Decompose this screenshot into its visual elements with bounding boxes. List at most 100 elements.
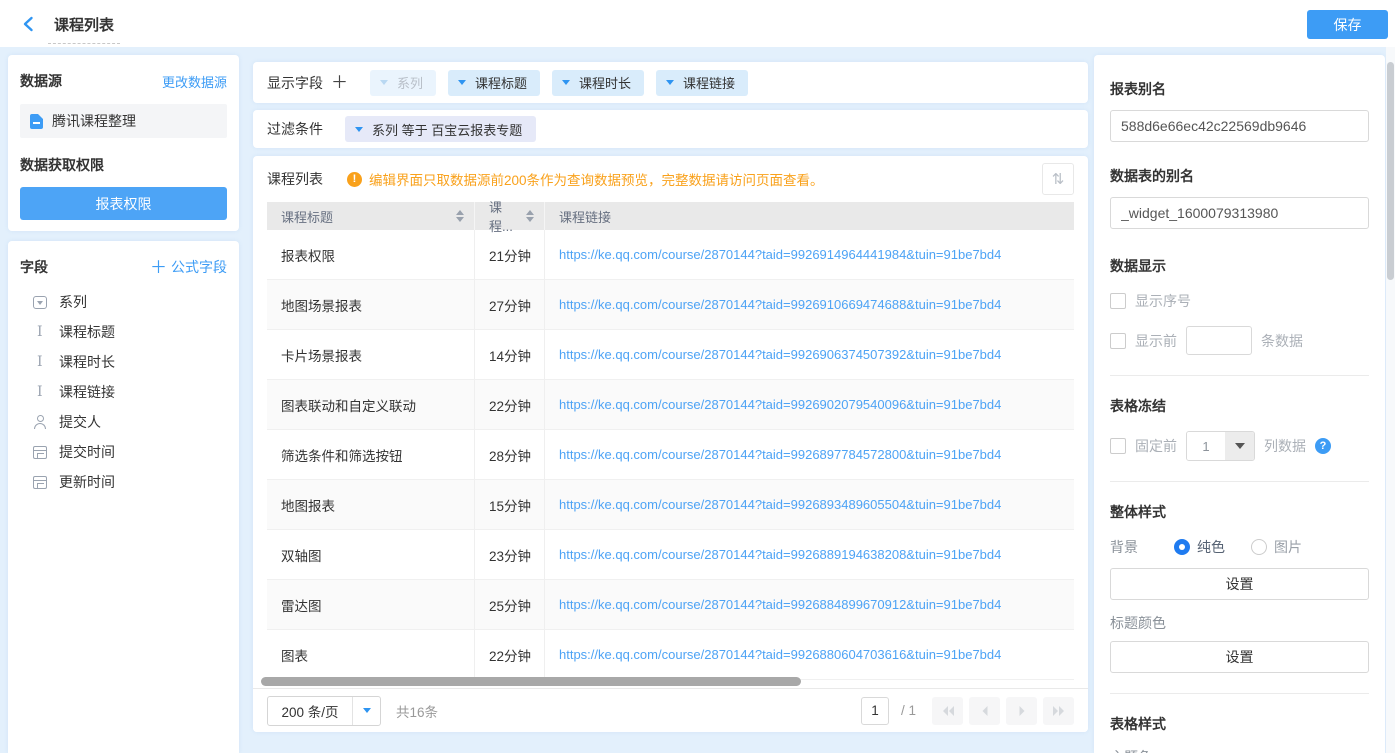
- course-link[interactable]: https://ke.qq.com/course/2870144?taid=99…: [559, 647, 1001, 662]
- column-header-course-duration[interactable]: 课程...: [475, 202, 545, 230]
- pagination-bar: 200 条/页 共16条 / 1: [253, 688, 1088, 732]
- display-fields-bar: 显示字段 ＋ 系列 课程标题 课程时长 课程链接: [253, 62, 1088, 103]
- double-chevron-right-icon: [1052, 705, 1066, 717]
- field-item[interactable]: 课程链接: [20, 377, 227, 407]
- title-color-set-button[interactable]: 设置: [1110, 641, 1369, 673]
- text-icon: [32, 384, 48, 400]
- back-button[interactable]: [14, 9, 44, 39]
- show-index-checkbox[interactable]: [1110, 293, 1126, 309]
- help-icon[interactable]: ?: [1315, 438, 1331, 454]
- overall-style-title: 整体样式: [1110, 502, 1369, 522]
- field-label: 课程标题: [59, 322, 115, 342]
- field-list: 系列 课程标题 课程时长 课程链接 提交人: [20, 287, 227, 497]
- chevron-down-icon: [1225, 432, 1254, 460]
- course-link[interactable]: https://ke.qq.com/course/2870144?taid=99…: [559, 297, 1001, 312]
- page-title: 课程列表: [48, 12, 120, 44]
- last-page-button[interactable]: [1043, 697, 1074, 725]
- divider: [1110, 693, 1369, 694]
- text-icon: [32, 324, 48, 340]
- sort-order-button[interactable]: ⇅: [1042, 163, 1074, 195]
- freeze-column-select[interactable]: 1: [1186, 431, 1255, 461]
- field-label: 提交时间: [59, 442, 115, 462]
- course-link[interactable]: https://ke.qq.com/course/2870144?taid=99…: [559, 497, 1001, 512]
- vertical-scrollbar-track[interactable]: [1386, 47, 1395, 753]
- theme-color-label: 主题色: [1110, 747, 1369, 753]
- field-item[interactable]: 系列: [20, 287, 227, 317]
- calendar-icon: [33, 476, 47, 489]
- data-display-title: 数据显示: [1110, 256, 1369, 276]
- show-first-suffix: 条数据: [1261, 331, 1303, 351]
- table-row: 图表联动和自定义联动 22分钟 https://ke.qq.com/course…: [267, 380, 1074, 430]
- display-field-chip[interactable]: 课程标题: [448, 70, 540, 96]
- datasource-title: 数据源: [20, 71, 62, 91]
- datasource-item[interactable]: 腾讯课程整理: [20, 104, 227, 138]
- bg-image-radio[interactable]: 图片: [1251, 537, 1302, 557]
- user-icon: [32, 414, 48, 430]
- background-set-button[interactable]: 设置: [1110, 568, 1369, 600]
- field-item[interactable]: 提交人: [20, 407, 227, 437]
- field-item[interactable]: 更新时间: [20, 467, 227, 497]
- column-header-course-title[interactable]: 课程标题: [267, 202, 475, 230]
- display-field-chip[interactable]: 课程时长: [552, 70, 644, 96]
- freeze-column-value: 1: [1187, 432, 1225, 460]
- bg-solid-radio[interactable]: 纯色: [1174, 537, 1225, 557]
- table-row: 雷达图 25分钟 https://ke.qq.com/course/287014…: [267, 580, 1074, 630]
- sort-icon: [456, 210, 464, 222]
- cell-course-title: 地图场景报表: [267, 280, 475, 329]
- course-link[interactable]: https://ke.qq.com/course/2870144?taid=99…: [559, 347, 1001, 362]
- field-item[interactable]: 课程标题: [20, 317, 227, 347]
- course-link[interactable]: https://ke.qq.com/course/2870144?taid=99…: [559, 597, 1001, 612]
- page-number-input[interactable]: [861, 697, 889, 725]
- warning-text: 编辑界面只取数据源前200条作为查询数据预览，完整数据请访问页面查看。: [369, 169, 824, 189]
- page-total: / 1: [901, 703, 916, 718]
- cell-course-duration: 14分钟: [475, 330, 545, 379]
- course-link[interactable]: https://ke.qq.com/course/2870144?taid=99…: [559, 397, 1001, 412]
- show-first-label: 显示前: [1135, 331, 1177, 351]
- show-first-count-input[interactable]: [1186, 326, 1252, 355]
- course-link[interactable]: https://ke.qq.com/course/2870144?taid=99…: [559, 447, 1001, 462]
- display-field-chip[interactable]: 系列: [370, 70, 436, 96]
- fields-title: 字段: [20, 257, 48, 277]
- report-permission-button[interactable]: 报表权限: [20, 187, 227, 220]
- formula-field-link[interactable]: ＋ 公式字段: [150, 257, 227, 277]
- cell-course-duration: 15分钟: [475, 480, 545, 529]
- horizontal-scrollbar[interactable]: [261, 677, 801, 686]
- total-count: 共16条: [396, 701, 438, 721]
- chip-label: 课程标题: [475, 73, 527, 92]
- divider: [1110, 481, 1369, 482]
- course-link[interactable]: https://ke.qq.com/course/2870144?taid=99…: [559, 547, 1001, 562]
- add-display-field-button[interactable]: ＋: [331, 74, 348, 91]
- save-button[interactable]: 保存: [1307, 10, 1388, 39]
- chevron-down-icon: [562, 80, 570, 85]
- radio-unchecked-icon: [1251, 539, 1267, 555]
- filter-chip[interactable]: 系列 等于 百宝云报表专题: [345, 116, 536, 142]
- cell-course-title: 图表: [267, 630, 475, 679]
- field-item[interactable]: 课程时长: [20, 347, 227, 377]
- radio-checked-icon: [1174, 539, 1190, 555]
- settings-panel: 报表别名 数据表的别名 数据显示 显示序号 显示前 条数据 表格冻结 固定前 1…: [1094, 55, 1385, 753]
- report-alias-input[interactable]: [1110, 110, 1369, 142]
- table-alias-input[interactable]: [1110, 197, 1369, 229]
- course-link[interactable]: https://ke.qq.com/course/2870144?taid=99…: [559, 247, 1001, 262]
- freeze-suffix: 列数据: [1264, 436, 1306, 456]
- change-datasource-link[interactable]: 更改数据源: [162, 72, 227, 91]
- prev-page-button[interactable]: [969, 697, 1000, 725]
- datasource-panel: 数据源 更改数据源 腾讯课程整理 数据获取权限 报表权限: [8, 55, 239, 231]
- table-header: 课程标题 课程... 课程链接: [267, 202, 1074, 230]
- next-page-button[interactable]: [1006, 697, 1037, 725]
- first-page-button[interactable]: [932, 697, 963, 725]
- table-row: 卡片场景报表 14分钟 https://ke.qq.com/course/287…: [267, 330, 1074, 380]
- field-item[interactable]: 提交时间: [20, 437, 227, 467]
- course-table-panel: 课程列表 ! 编辑界面只取数据源前200条作为查询数据预览，完整数据请访问页面查…: [253, 156, 1088, 732]
- vertical-scrollbar-thumb[interactable]: [1387, 62, 1394, 280]
- chevron-down-icon: [380, 80, 388, 85]
- field-label: 课程时长: [59, 352, 115, 372]
- column-header-course-link[interactable]: 课程链接: [545, 202, 1074, 230]
- filter-bar: 过滤条件 系列 等于 百宝云报表专题: [253, 110, 1088, 148]
- show-first-checkbox[interactable]: [1110, 333, 1126, 349]
- display-field-chip[interactable]: 课程链接: [656, 70, 748, 96]
- sort-icon: [526, 210, 534, 222]
- field-label: 提交人: [59, 412, 101, 432]
- page-size-select[interactable]: 200 条/页: [267, 696, 381, 726]
- freeze-checkbox[interactable]: [1110, 438, 1126, 454]
